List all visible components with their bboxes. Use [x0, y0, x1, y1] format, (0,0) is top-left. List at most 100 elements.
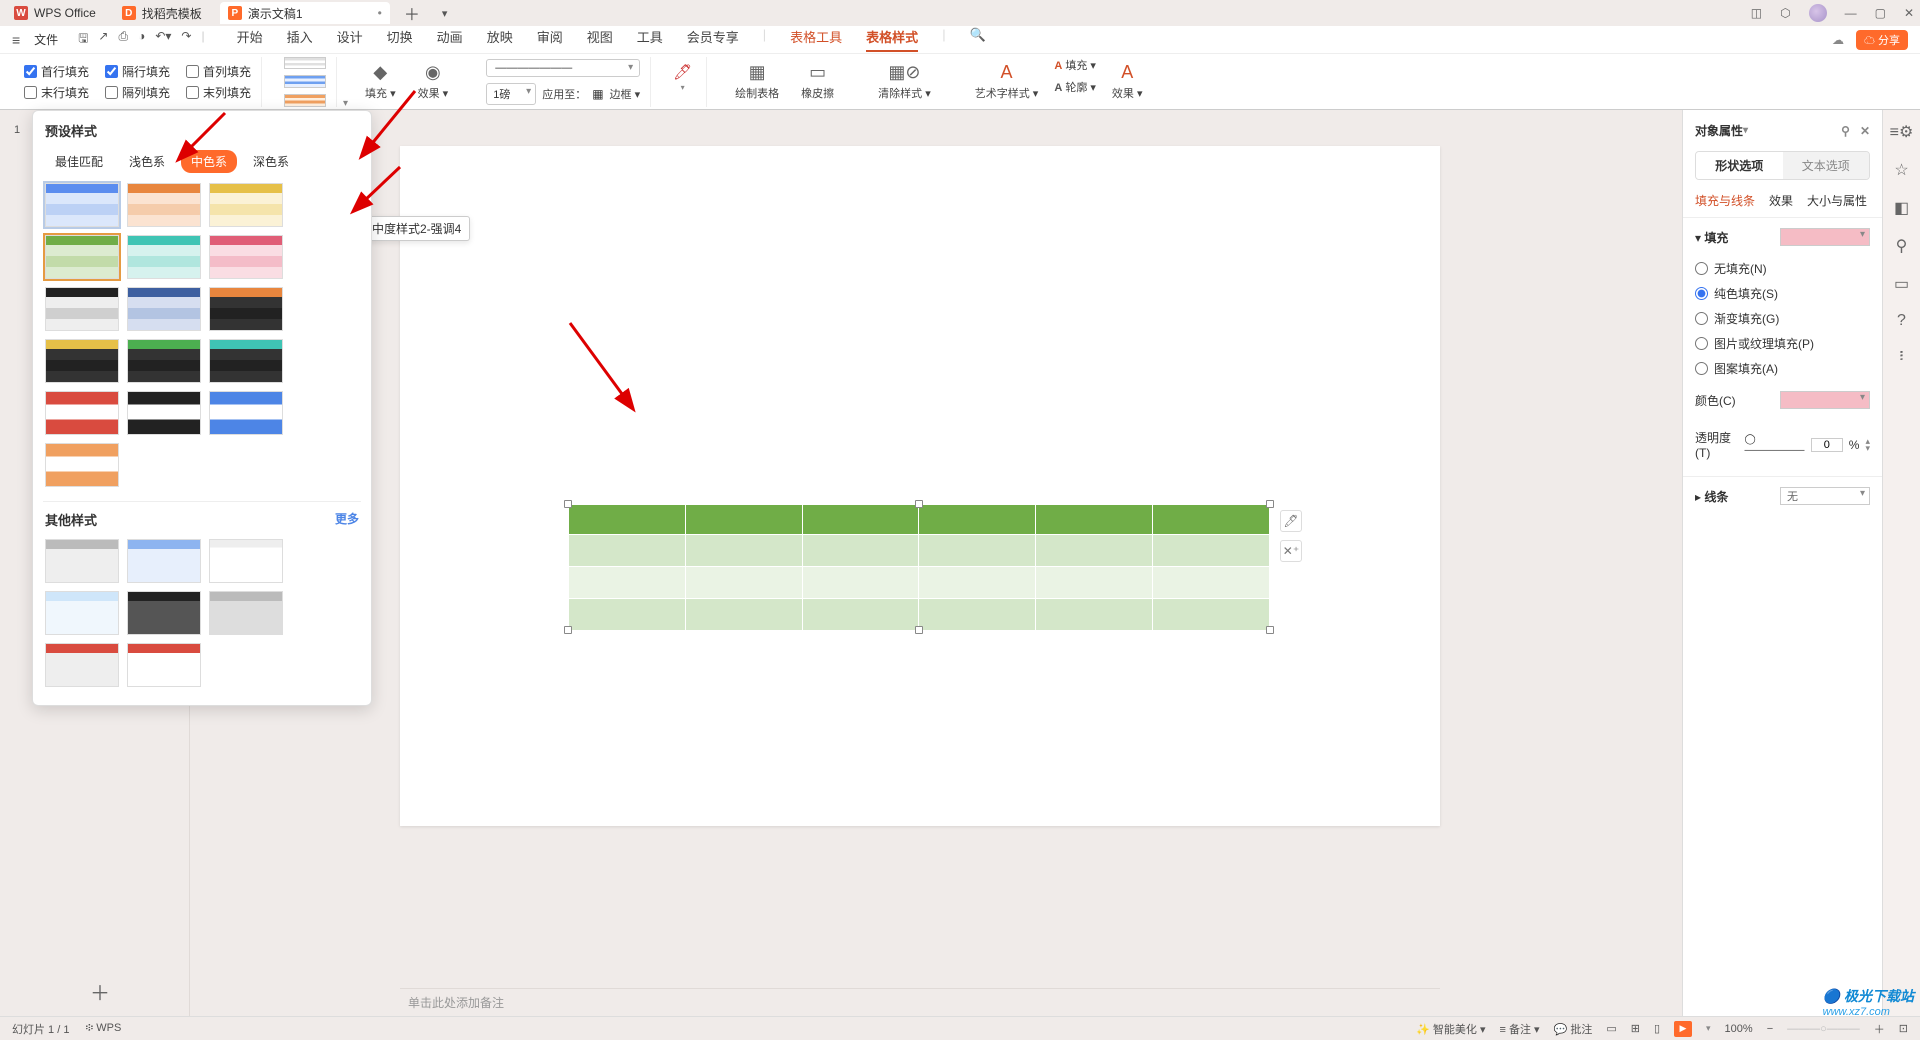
radio-no-fill[interactable]: 无填充(N)	[1683, 256, 1882, 281]
border-label[interactable]: 边框 ▾	[610, 86, 641, 102]
border-icon[interactable]: ▦	[592, 87, 603, 101]
style-swatch[interactable]	[127, 539, 201, 583]
maximize-icon[interactable]: ▢	[1875, 6, 1886, 20]
save-icon[interactable]: 🖫	[78, 29, 88, 50]
text-outline-button[interactable]: A 轮廓 ▾	[1054, 79, 1096, 95]
close-panel-icon[interactable]: ✕	[1860, 124, 1870, 138]
notes-area[interactable]: 单击此处添加备注	[400, 988, 1440, 1016]
radio-picture-fill[interactable]: 图片或纹理填充(P)	[1683, 331, 1882, 356]
minimize-icon[interactable]: —	[1845, 6, 1857, 20]
tab-animation[interactable]: 动画	[437, 27, 463, 52]
tab-tools[interactable]: 工具	[637, 27, 663, 52]
comments-button[interactable]: 💬 批注	[1554, 1021, 1593, 1037]
table-quick-tool-icon[interactable]: ✕⁺	[1280, 540, 1302, 562]
style-swatch[interactable]	[209, 591, 283, 635]
notes-button[interactable]: ≡ 备注 ▾	[1500, 1021, 1540, 1037]
style-swatch-2[interactable]	[284, 75, 326, 88]
selected-table[interactable]: 🖊 ✕⁺	[568, 504, 1270, 630]
tab-wps-office[interactable]: W WPS Office	[6, 2, 108, 24]
style-swatch[interactable]	[45, 339, 119, 383]
table-quick-edit-icon[interactable]: 🖊	[1280, 510, 1302, 532]
add-slide-button[interactable]: ＋	[90, 977, 110, 1006]
check-banded-col[interactable]: 隔列填充	[105, 84, 170, 101]
fit-icon[interactable]: ⊡	[1899, 1022, 1908, 1035]
share-button[interactable]: ☁ 分享	[1856, 30, 1908, 50]
subtab-fill-line[interactable]: 填充与线条	[1695, 192, 1755, 209]
settings-icon[interactable]: ≡⚙	[1890, 122, 1914, 142]
tab-table-style[interactable]: 表格样式	[866, 27, 918, 52]
tab-shape-options[interactable]: 形状选项	[1696, 152, 1783, 179]
resize-handle[interactable]	[1266, 500, 1274, 508]
tab-menu-button[interactable]: ▾	[434, 7, 456, 20]
style-swatch[interactable]	[45, 391, 119, 435]
layers-icon[interactable]: ◧	[1894, 198, 1909, 218]
file-menu[interactable]: 文件	[34, 31, 58, 48]
view-sorter-icon[interactable]: ⊞	[1631, 1022, 1640, 1035]
style-swatch-3[interactable]	[284, 94, 326, 107]
radio-pattern-fill[interactable]: 图案填充(A)	[1683, 356, 1882, 381]
style-swatch[interactable]	[127, 339, 201, 383]
style-swatch[interactable]	[45, 183, 119, 227]
close-icon[interactable]: ✕	[1904, 6, 1914, 20]
eraser-button[interactable]: ▭橡皮擦	[795, 57, 840, 107]
resize-handle[interactable]	[915, 500, 923, 508]
style-swatch[interactable]	[209, 235, 283, 279]
style-swatch[interactable]	[209, 183, 283, 227]
style-gallery[interactable]: ▾	[274, 57, 337, 107]
subtab-effect[interactable]: 效果	[1769, 192, 1793, 209]
wordart-button[interactable]: A艺术字样式 ▾	[969, 57, 1045, 107]
check-first-row[interactable]: 首行填充	[24, 63, 89, 80]
subtab-size[interactable]: 大小与属性	[1807, 192, 1867, 209]
draw-table-button[interactable]: ▦绘制表格	[729, 57, 785, 107]
color-picker[interactable]	[1780, 391, 1870, 409]
style-swatch[interactable]	[127, 183, 201, 227]
radio-solid-fill[interactable]: 纯色填充(S)	[1683, 281, 1882, 306]
style-swatch[interactable]	[127, 643, 201, 687]
layout-icon[interactable]: ◫	[1751, 6, 1762, 20]
style-swatch[interactable]	[209, 287, 283, 331]
more-link[interactable]: 更多	[335, 510, 359, 529]
text-fill-button[interactable]: A 填充 ▾	[1054, 57, 1096, 73]
style-swatch[interactable]	[127, 591, 201, 635]
tab-view[interactable]: 视图	[587, 27, 613, 52]
slide-canvas[interactable]	[400, 146, 1440, 826]
style-swatch[interactable]	[45, 539, 119, 583]
style-swatch[interactable]	[127, 287, 201, 331]
resize-handle[interactable]	[1266, 626, 1274, 634]
line-width-dropdown[interactable]: 1磅	[486, 83, 536, 105]
resize-handle[interactable]	[564, 500, 572, 508]
pen-color-icon[interactable]: 🖊	[673, 63, 692, 81]
smart-beauty[interactable]: ✨ 智能美化 ▾	[1416, 1021, 1485, 1037]
help-icon[interactable]: ?	[1897, 312, 1906, 330]
slideshow-button[interactable]: ▶	[1674, 1021, 1692, 1037]
tab-slideshow[interactable]: 放映	[487, 27, 513, 52]
new-tab-button[interactable]: ＋	[396, 1, 428, 25]
pin-icon[interactable]: ⚲	[1841, 124, 1850, 138]
tab-insert[interactable]: 插入	[287, 27, 313, 52]
tab-transition[interactable]: 切换	[387, 27, 413, 52]
search-icon[interactable]: 🔍	[970, 27, 986, 52]
preview-icon[interactable]: ◑	[138, 29, 145, 50]
dtab-light[interactable]: 浅色系	[119, 150, 175, 173]
style-swatch[interactable]	[45, 643, 119, 687]
export-icon[interactable]: ↗	[98, 29, 108, 50]
style-swatch[interactable]	[127, 235, 201, 279]
resize-handle[interactable]	[915, 626, 923, 634]
zoom-display[interactable]: 100%	[1725, 1023, 1753, 1035]
line-style-select[interactable]: 无	[1780, 487, 1870, 505]
news-icon[interactable]: ▭	[1894, 274, 1909, 294]
opacity-input[interactable]	[1811, 438, 1843, 452]
tab-templates[interactable]: D 找稻壳模板	[114, 2, 214, 24]
print-icon[interactable]: ⎙	[118, 29, 128, 50]
cube-icon[interactable]: ⬡	[1780, 6, 1790, 20]
style-swatch[interactable]	[45, 591, 119, 635]
tab-presentation[interactable]: P 演示文稿1 •	[220, 2, 390, 24]
style-swatch-hover[interactable]	[45, 235, 119, 279]
check-banded-row[interactable]: 隔行填充	[105, 63, 170, 80]
line-style-dropdown[interactable]: ———————	[486, 59, 640, 77]
view-normal-icon[interactable]: ▭	[1606, 1022, 1616, 1035]
radio-gradient-fill[interactable]: 渐变填充(G)	[1683, 306, 1882, 331]
zoom-out-icon[interactable]: −	[1767, 1023, 1773, 1035]
style-swatch[interactable]	[209, 391, 283, 435]
style-swatch[interactable]	[45, 443, 119, 487]
